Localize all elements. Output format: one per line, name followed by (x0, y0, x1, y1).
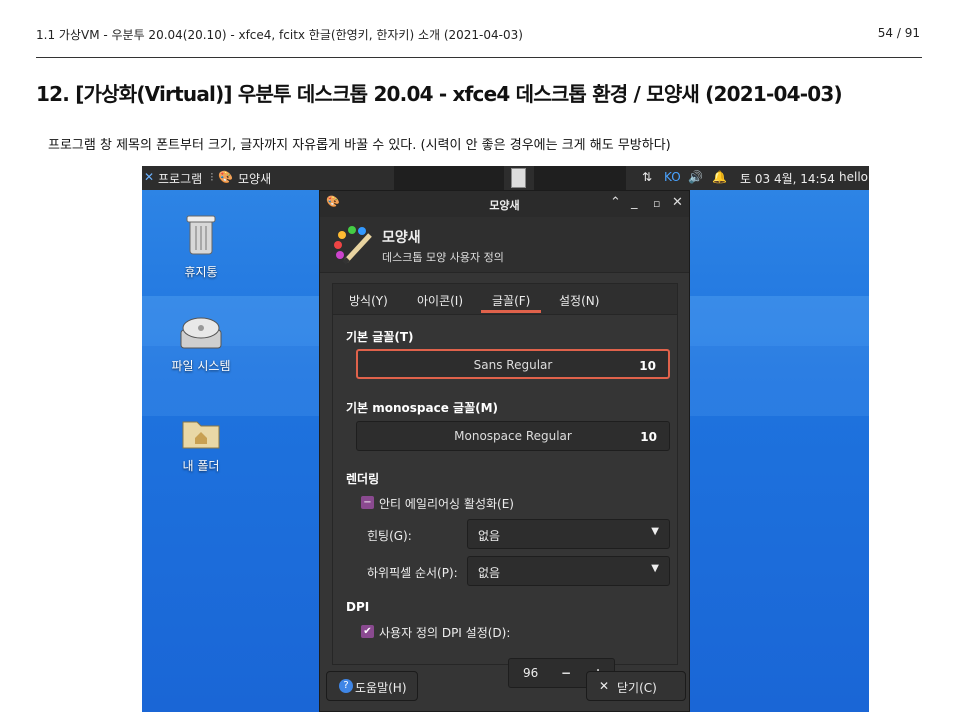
default-font-button[interactable]: Sans Regular 10 (356, 349, 670, 379)
help-button-label: 도움말(H) (355, 681, 407, 695)
tab-fonts[interactable]: 글꼴(F) (480, 292, 542, 313)
desktop-icon-filesystem[interactable]: 파일 시스템 (146, 316, 256, 374)
dialog-titlebar[interactable]: 🎨 모양새 ⌃ _ ▫ ✕ (320, 191, 689, 217)
subpixel-select[interactable]: 없음 ▼ (467, 556, 670, 586)
default-font-label: 기본 글꼴(T) (346, 330, 414, 344)
task-appearance[interactable]: 모양새 (238, 170, 271, 187)
document-title: 1.1 가상VM - 우분투 20.04(20.10) - xfce4, fci… (36, 28, 523, 42)
tab-bar: 방식(Y) 아이콘(I) 글꼴(F) 설정(N) (332, 283, 678, 315)
close-button-label: 닫기(C) (617, 681, 657, 695)
hinting-select[interactable]: 없음 ▼ (467, 519, 670, 549)
tab-icons[interactable]: 아이콘(I) (417, 292, 463, 309)
custom-dpi-label[interactable]: 사용자 정의 DPI 설정(D): (379, 624, 510, 641)
default-font-name: Sans Regular (473, 358, 553, 372)
page-number: 54 / 91 (877, 26, 920, 40)
page-header: 1.1 가상VM - 우분투 20.04(20.10) - xfce4, fci… (36, 26, 922, 58)
volume-icon[interactable]: 🔊 (688, 170, 703, 184)
shade-button[interactable]: ⌃ (610, 195, 621, 210)
help-icon: ? (339, 679, 353, 693)
maximize-button[interactable]: ▫ (653, 197, 660, 210)
desktop-icon-home[interactable]: 내 폴더 (146, 416, 256, 474)
monospace-font-name: Monospace Regular (454, 429, 572, 443)
applications-menu[interactable]: 프로그램 (158, 170, 202, 187)
hard-drive-icon (180, 317, 222, 349)
dpi-label: DPI (346, 600, 370, 614)
desktop-icon-label: 내 폴더 (182, 459, 220, 473)
desktop-screenshot: ✕ 프로그램 ⁝ 🎨 모양새 ⇅ KO 🔊 🔔 토 03 4월, 14:54 h… (142, 166, 869, 712)
appearance-dialog: 🎨 모양새 ⌃ _ ▫ ✕ 모양새 데스크톱 모양 사용자 정의 방식(Y) 아… (319, 190, 690, 712)
caption: 프로그램 창 제목의 폰트부터 크기, 글자까지 자유롭게 바꿀 수 있다. (… (48, 138, 671, 153)
dpi-decrement-button[interactable]: − (561, 666, 571, 680)
help-button[interactable]: ? 도움말(H) (326, 671, 418, 701)
tab-style[interactable]: 방식(Y) (349, 292, 388, 309)
hinting-label: 힌팅(G): (367, 529, 412, 543)
workspace-pager[interactable] (511, 168, 526, 188)
dpi-value[interactable]: 96 (523, 666, 538, 680)
close-window-button[interactable]: ✕ (672, 195, 683, 210)
dialog-header-subtitle: 데스크톱 모양 사용자 정의 (382, 251, 504, 264)
subpixel-label: 하위픽셀 순서(P): (367, 566, 458, 580)
fonts-tab-content: 기본 글꼴(T) Sans Regular 10 기본 monospace 글꼴… (332, 315, 678, 665)
notification-bell-icon[interactable]: 🔔 (712, 170, 727, 184)
default-font-size: 10 (639, 359, 656, 373)
workspace-area[interactable] (394, 166, 504, 190)
desktop-icon-label: 휴지통 (184, 265, 218, 279)
custom-dpi-checkbox[interactable]: ✔ (361, 625, 374, 638)
desktop-icon-trash[interactable]: 휴지통 (146, 214, 256, 280)
appearance-palette-icon (334, 226, 372, 265)
user-menu[interactable]: hello (839, 170, 868, 184)
xfce-menu-icon[interactable]: ✕ (144, 170, 154, 184)
monospace-font-size: 10 (640, 430, 657, 444)
top-panel: ✕ 프로그램 ⁝ 🎨 모양새 ⇅ KO 🔊 🔔 토 03 4월, 14:54 h… (142, 166, 869, 190)
minimize-button[interactable]: _ (631, 195, 638, 210)
monospace-font-button[interactable]: Monospace Regular 10 (356, 421, 670, 451)
clock[interactable]: 토 03 4월, 14:54 (740, 170, 835, 187)
appearance-task-icon[interactable]: 🎨 (218, 170, 233, 184)
desktop-icon-label: 파일 시스템 (171, 359, 231, 373)
workspace-area[interactable] (534, 166, 626, 190)
close-button[interactable]: ✕ 닫기(C) (586, 671, 686, 701)
network-icon[interactable]: ⇅ (642, 170, 652, 184)
rendering-label: 렌더링 (346, 472, 380, 486)
subpixel-value: 없음 (478, 566, 501, 580)
dropdown-arrow-icon: ▼ (651, 526, 659, 537)
antialias-checkbox[interactable]: − (361, 496, 374, 509)
hinting-value: 없음 (478, 529, 501, 543)
antialias-label[interactable]: 안티 에일리어싱 활성화(E) (379, 495, 514, 512)
dropdown-arrow-icon: ▼ (651, 563, 659, 574)
keyboard-indicator[interactable]: KO (664, 170, 681, 184)
dialog-header-title: 모양새 (382, 230, 421, 246)
close-icon: ✕ (599, 679, 610, 693)
separator: ⁝ (210, 170, 214, 184)
monospace-font-label: 기본 monospace 글꼴(M) (346, 401, 499, 415)
home-folder-icon (182, 421, 220, 449)
trash-icon (186, 215, 216, 255)
slide-title: 12. [가상화(Virtual)] 우분투 데스크톱 20.04 - xfce… (36, 82, 843, 106)
tab-settings[interactable]: 설정(N) (559, 292, 599, 309)
dialog-header: 모양새 데스크톱 모양 사용자 정의 (320, 217, 689, 273)
